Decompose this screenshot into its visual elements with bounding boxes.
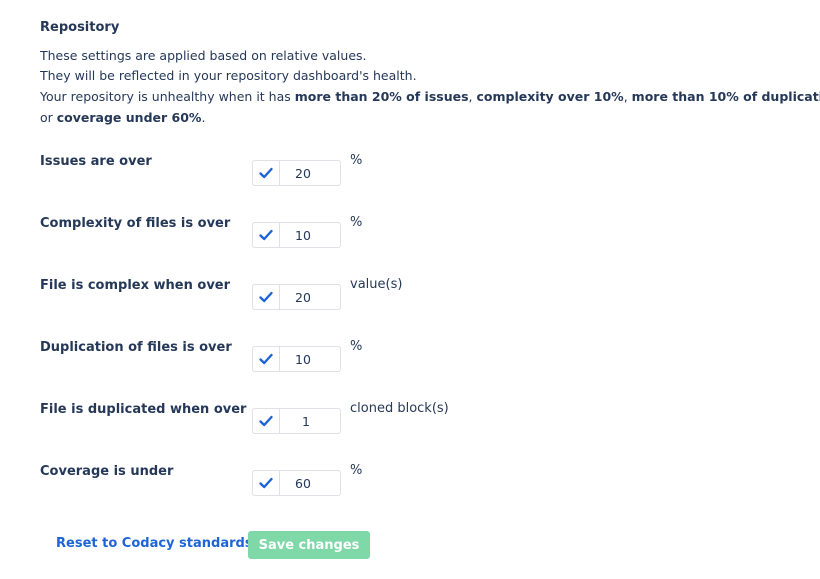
- file-complex-threshold-input[interactable]: [279, 284, 341, 310]
- description-period: .: [201, 110, 206, 125]
- description-or: or: [40, 110, 57, 125]
- unit-label: cloned block(s): [350, 401, 449, 416]
- setting-label: File is complex when over: [40, 278, 231, 293]
- setting-row-issues: Issues are over %: [40, 153, 740, 186]
- description-prefix: Your repository is unhealthy when it has: [40, 89, 295, 104]
- complexity-threshold-input[interactable]: [279, 222, 341, 248]
- setting-row-duplication: Duplication of files is over %: [40, 339, 740, 372]
- setting-control: [252, 408, 341, 434]
- enable-checkbox[interactable]: [252, 346, 279, 372]
- checkmark-icon: [259, 291, 273, 303]
- setting-label: Coverage is under: [40, 464, 174, 479]
- checkmark-icon: [259, 229, 273, 241]
- checkmark-icon: [259, 477, 273, 489]
- enable-checkbox[interactable]: [252, 284, 279, 310]
- setting-row-complexity: Complexity of files is over %: [40, 215, 740, 248]
- unit-label: %: [350, 463, 363, 478]
- description-separator: ,: [623, 89, 632, 104]
- unit-label: value(s): [350, 277, 403, 292]
- description-line-3: Your repository is unhealthy when it has…: [40, 89, 820, 104]
- setting-control: [252, 470, 341, 496]
- setting-control: [252, 160, 341, 186]
- description-line-2: They will be reflected in your repositor…: [40, 68, 417, 83]
- setting-control: [252, 346, 341, 372]
- setting-control: [252, 284, 341, 310]
- setting-label: Complexity of files is over: [40, 216, 231, 231]
- setting-row-file-complex: File is complex when over value(s): [40, 277, 740, 310]
- reset-to-standards-link[interactable]: Reset to Codacy standards: [56, 536, 253, 551]
- description-line-4: or coverage under 60%.: [40, 110, 205, 125]
- checkmark-icon: [259, 167, 273, 179]
- complexity-threshold-text: complexity over 10%: [476, 89, 624, 104]
- checkmark-icon: [259, 415, 273, 427]
- enable-checkbox[interactable]: [252, 408, 279, 434]
- duplication-threshold-input[interactable]: [279, 346, 341, 372]
- description-separator: ,: [468, 89, 477, 104]
- issues-threshold-input[interactable]: [279, 160, 341, 186]
- setting-label: Issues are over: [40, 154, 152, 169]
- coverage-threshold-text: coverage under 60%: [56, 110, 202, 125]
- checkmark-icon: [259, 353, 273, 365]
- unit-label: %: [350, 153, 363, 168]
- description-line-1: These settings are applied based on rela…: [40, 48, 367, 63]
- file-duplicated-threshold-input[interactable]: [279, 408, 341, 434]
- duplication-threshold-text: more than 10% of duplication: [631, 89, 820, 104]
- enable-checkbox[interactable]: [252, 160, 279, 186]
- enable-checkbox[interactable]: [252, 470, 279, 496]
- setting-label: Duplication of files is over: [40, 340, 232, 355]
- issues-threshold-text: more than 20% of issues: [294, 89, 469, 104]
- setting-control: [252, 222, 341, 248]
- unit-label: %: [350, 339, 363, 354]
- unit-label: %: [350, 215, 363, 230]
- coverage-threshold-input[interactable]: [279, 470, 341, 496]
- save-changes-button[interactable]: Save changes: [248, 531, 370, 559]
- setting-row-file-duplicated: File is duplicated when over cloned bloc…: [40, 401, 740, 434]
- setting-row-coverage: Coverage is under %: [40, 463, 740, 496]
- setting-label: File is duplicated when over: [40, 402, 247, 417]
- section-title: Repository: [40, 20, 120, 35]
- enable-checkbox[interactable]: [252, 222, 279, 248]
